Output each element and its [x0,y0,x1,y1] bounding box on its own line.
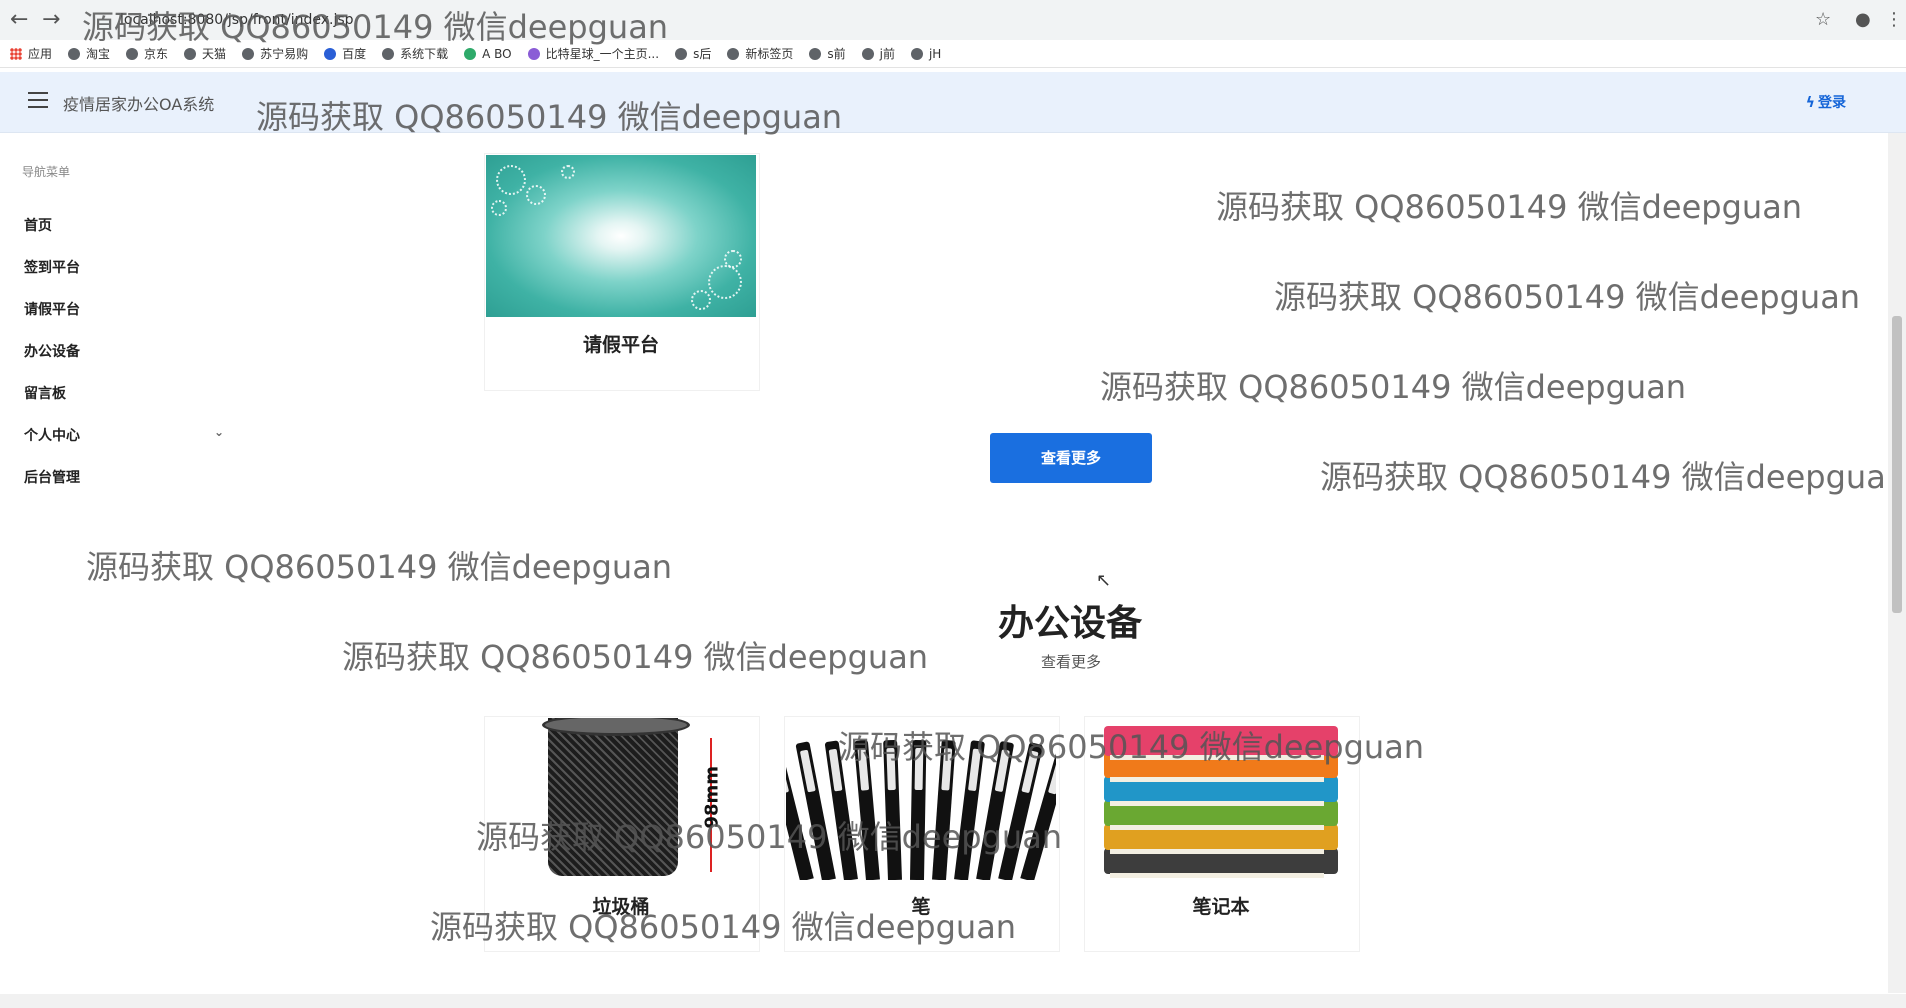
trash-bin-image: 98mm [486,718,756,880]
product-title: 笔 [911,896,931,918]
bookmark-item[interactable]: 百度 [324,45,366,62]
bookmark-item[interactable]: 京东 [126,45,168,62]
sidebar-heading: 导航菜单 [22,165,71,179]
pens-image [786,718,1056,880]
globe-icon [382,47,395,60]
bookmark-item[interactable]: jH [910,47,941,61]
bookmark-item[interactable]: 苏宁易购 [242,45,308,62]
cursor-icon: ↖ [1096,570,1112,591]
sidebar-nav: 导航菜单 首页 签到平台 请假平台 办公设备 留言板 个人中心 ⌄ 后台管理 [0,133,230,993]
sidebar-item-signin[interactable]: 签到平台 [24,257,224,277]
leave-card-image [486,155,756,317]
section-view-more-link[interactable]: 查看更多 [990,651,1152,672]
bookmark-item[interactable]: 比特星球_一个主页... [527,45,659,62]
bookmarks-bar: 应用 淘宝 京东 天猫 苏宁易购 百度 系统下载 A BO 比特星球_一个主页.… [0,40,1906,68]
sidebar-item-messages[interactable]: 留言板 [24,383,224,403]
horizontal-scrollbar[interactable] [0,994,1906,1008]
sidebar-item-equipment[interactable]: 办公设备 [24,341,224,361]
scrollbar-thumb[interactable] [1892,316,1902,613]
watermark: 源码获取 QQ86050149 微信deepguan [1100,368,1687,406]
back-icon[interactable]: ← [10,8,28,32]
product-title: 垃圾桶 [592,896,650,918]
planet-icon [527,47,540,60]
bookmark-item[interactable]: 新标签页 [727,45,793,62]
globe-icon [861,47,874,60]
paw-icon [324,47,337,60]
section-title: 办公设备 [997,603,1142,644]
sidebar-item-admin[interactable]: 后台管理 [24,467,224,487]
globe-icon [675,47,688,60]
bookmark-item[interactable]: A BO [464,47,512,61]
bookmark-item[interactable]: j前 [861,45,895,62]
sidebar-item-leave[interactable]: 请假平台 [24,299,224,319]
watermark: 源码获取 QQ86050149 微信deepguan [1320,458,1906,496]
vertical-scrollbar[interactable] [1888,133,1906,993]
globe-icon [242,47,255,60]
app-header: 疫情居家办公OA系统 ϟ 登录 [0,72,1906,133]
menu-icon[interactable]: ⋮ [1885,9,1903,30]
chevron-down-icon[interactable]: ⌄ [214,425,224,439]
notebooks-image [1086,718,1356,880]
leave-card-title: 请假平台 [582,334,659,356]
lightning-icon: ϟ [1805,95,1815,111]
product-title: 笔记本 [1192,896,1250,918]
bookmark-item[interactable]: 淘宝 [68,45,110,62]
star-icon[interactable]: ☆ [1815,9,1831,30]
hamburger-menu-icon[interactable] [28,92,48,108]
address-bar[interactable]: localhost:8080/jsp/front/index.jsp [74,6,1824,34]
globe-icon [910,47,923,60]
login-link[interactable]: ϟ 登录 [1806,92,1846,112]
sidebar-item-home[interactable]: 首页 [24,215,224,235]
globe-icon [727,47,740,60]
globe-icon [68,47,81,60]
bookmark-item[interactable]: 系统下载 [382,45,448,62]
globe-icon [184,47,197,60]
bookmark-item[interactable]: 天猫 [184,45,226,62]
forward-icon[interactable]: → [42,8,60,32]
vue-icon [464,47,477,60]
globe-icon [126,47,139,60]
app-title: 疫情居家办公OA系统 [63,95,215,114]
profile-icon[interactable]: ● [1855,9,1871,30]
bookmark-apps[interactable]: 应用 [10,45,52,62]
sidebar-item-profile[interactable]: 个人中心 ⌄ [24,425,224,445]
watermark: 源码获取 QQ86050149 微信deepguan [342,638,929,676]
apps-icon [10,47,22,60]
globe-icon [809,47,822,60]
watermark: 源码获取 QQ86050149 微信deepguan [1274,278,1861,316]
browser-toolbar: ← → localhost:8080/jsp/front/index.jsp ☆… [0,0,1906,40]
bookmark-item[interactable]: s后 [675,45,711,62]
bookmark-item[interactable]: s前 [809,45,846,62]
view-more-button[interactable]: 查看更多 [990,433,1152,483]
watermark: 源码获取 QQ86050149 微信deepguan [1216,188,1803,226]
